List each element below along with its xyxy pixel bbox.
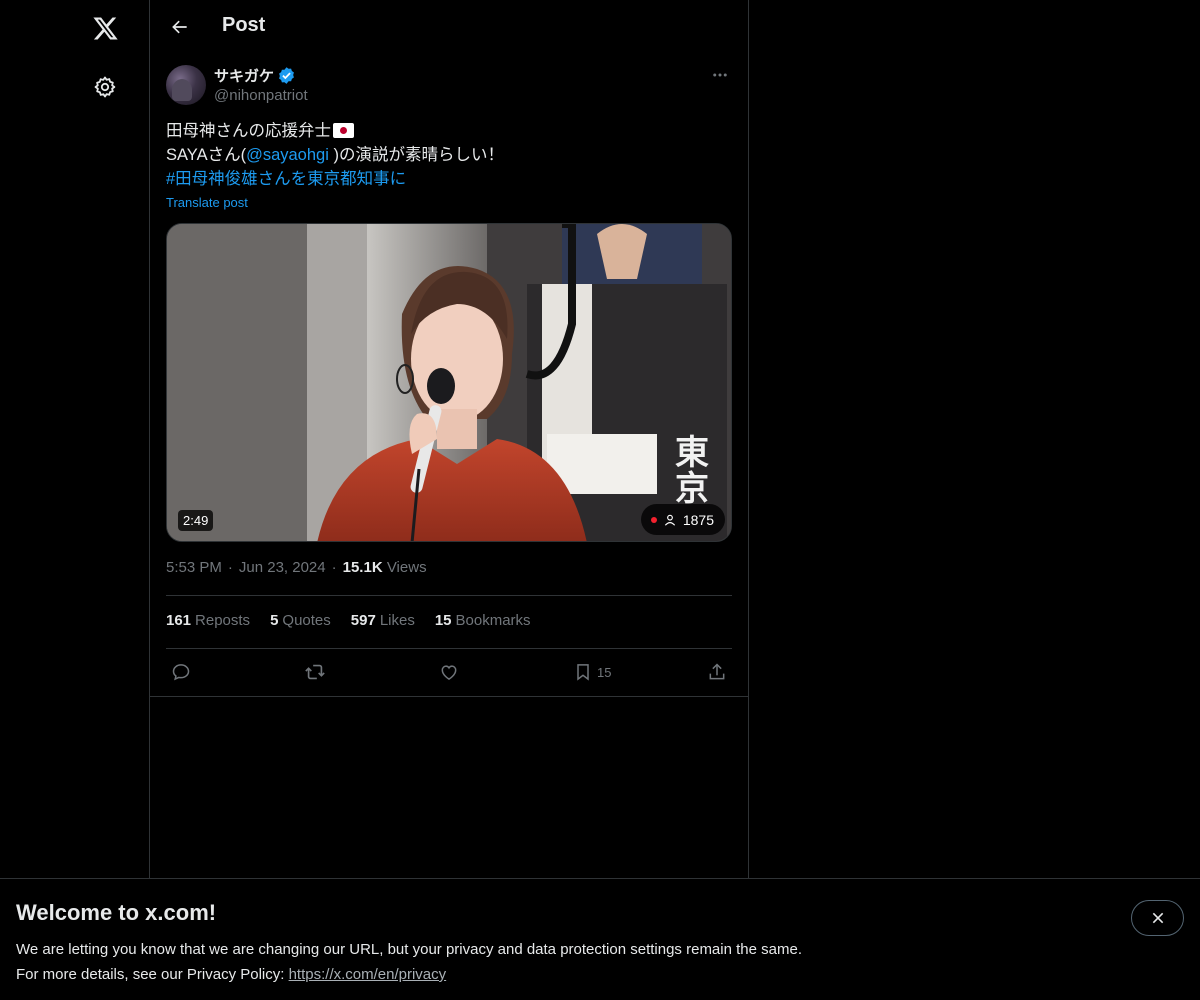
- share-button[interactable]: [700, 655, 734, 689]
- post-text: 田母神さんの応援弁士 SAYAさん(@sayaohgi )の演説が素晴らしい！ …: [166, 119, 732, 191]
- close-icon: [1152, 912, 1163, 924]
- viewers-badge: 1875: [640, 504, 725, 535]
- bookmarks-stat[interactable]: 15 Bookmarks: [435, 612, 531, 632]
- author-handle[interactable]: @nihonpatriot: [214, 87, 308, 104]
- left-nav: [0, 0, 149, 1000]
- repost-icon: [298, 655, 332, 689]
- reply-button[interactable]: [164, 655, 198, 689]
- person-icon: [664, 514, 675, 526]
- more-horizontal-icon: [713, 73, 727, 77]
- avatar[interactable]: [166, 65, 206, 105]
- banner-line-1: We are letting you know that we are chan…: [16, 941, 802, 958]
- reposts-stat[interactable]: 161 Reposts: [166, 612, 250, 632]
- background-sign-text-2: 京: [675, 469, 709, 509]
- post-meta: 5:53 PM · Jun 23, 2024 · 15.1K Views: [166, 559, 427, 576]
- verified-badge-icon: [277, 66, 296, 85]
- live-dot-icon: [650, 516, 657, 523]
- views-label: Views: [386, 559, 427, 576]
- banner-text: We are letting you know that we are chan…: [16, 937, 802, 987]
- main-column: Post サキガケ @nihonpatriot 田母神さんの応援弁士 SAYAさ…: [149, 0, 749, 1000]
- banner-title: Welcome to x.com!: [16, 900, 217, 925]
- bookmark-count: 15: [597, 664, 612, 680]
- translate-post-link[interactable]: Translate post: [166, 195, 248, 210]
- close-banner-button[interactable]: [1131, 900, 1184, 936]
- privacy-policy-link[interactable]: https://x.com/en/privacy: [289, 966, 447, 983]
- quotes-stat[interactable]: 5 Quotes: [270, 612, 331, 632]
- page-title: Post: [222, 14, 266, 36]
- views-count: 15.1K: [342, 559, 383, 576]
- arrow-left-icon: [172, 20, 187, 34]
- video-duration: 2:49: [178, 510, 214, 531]
- reply-icon: [164, 655, 198, 689]
- divider: [166, 648, 732, 649]
- meta-separator: ·: [331, 559, 337, 576]
- divider: [166, 595, 732, 596]
- author-name[interactable]: サキガケ: [214, 65, 274, 86]
- action-bar: 15: [166, 655, 732, 689]
- viewers-count: 1875: [682, 511, 714, 528]
- bookmark-button[interactable]: 15: [566, 655, 611, 689]
- repost-button[interactable]: [298, 655, 332, 689]
- post-stats: 161 Reposts 5 Quotes 597 Likes 15 Bookmarks: [166, 612, 531, 632]
- x-logo-icon[interactable]: [85, 8, 125, 48]
- page-header: Post: [150, 0, 749, 54]
- post-text-line-2: SAYAさん(@sayaohgi )の演説が素晴らしい！: [166, 146, 504, 164]
- video-player[interactable]: 東 京 2:49 1875: [166, 223, 732, 542]
- meta-separator: ·: [227, 559, 233, 576]
- post-text-line-3: #田母神俊雄さんを東京都知事に: [166, 167, 732, 191]
- like-button[interactable]: [432, 655, 466, 689]
- japan-flag-icon: [333, 123, 354, 138]
- author-name-row[interactable]: サキガケ: [214, 65, 296, 86]
- mention-link[interactable]: @sayaohgi: [246, 146, 329, 164]
- welcome-banner: Welcome to x.com! We are letting you kno…: [0, 878, 1200, 1000]
- share-icon: [700, 655, 734, 689]
- video-frame: 東 京: [167, 224, 731, 541]
- post-text-line-1: 田母神さんの応援弁士: [166, 119, 732, 143]
- divider: [150, 696, 749, 697]
- post-time[interactable]: 5:53 PM: [166, 559, 222, 576]
- post-author: サキガケ @nihonpatriot: [166, 64, 732, 108]
- more-options-button[interactable]: [708, 64, 732, 86]
- background-sign-text-1: 東: [675, 433, 709, 473]
- post-date[interactable]: Jun 23, 2024: [239, 559, 326, 576]
- gear-icon[interactable]: [85, 67, 125, 107]
- heart-icon: [432, 655, 466, 689]
- banner-line-2: For more details, see our Privacy Policy…: [16, 966, 447, 983]
- hashtag-link[interactable]: #田母神俊雄さんを東京都知事に: [166, 170, 406, 188]
- likes-stat[interactable]: 597 Likes: [351, 612, 415, 632]
- bookmark-icon: [566, 655, 600, 689]
- back-button[interactable]: [162, 9, 198, 45]
